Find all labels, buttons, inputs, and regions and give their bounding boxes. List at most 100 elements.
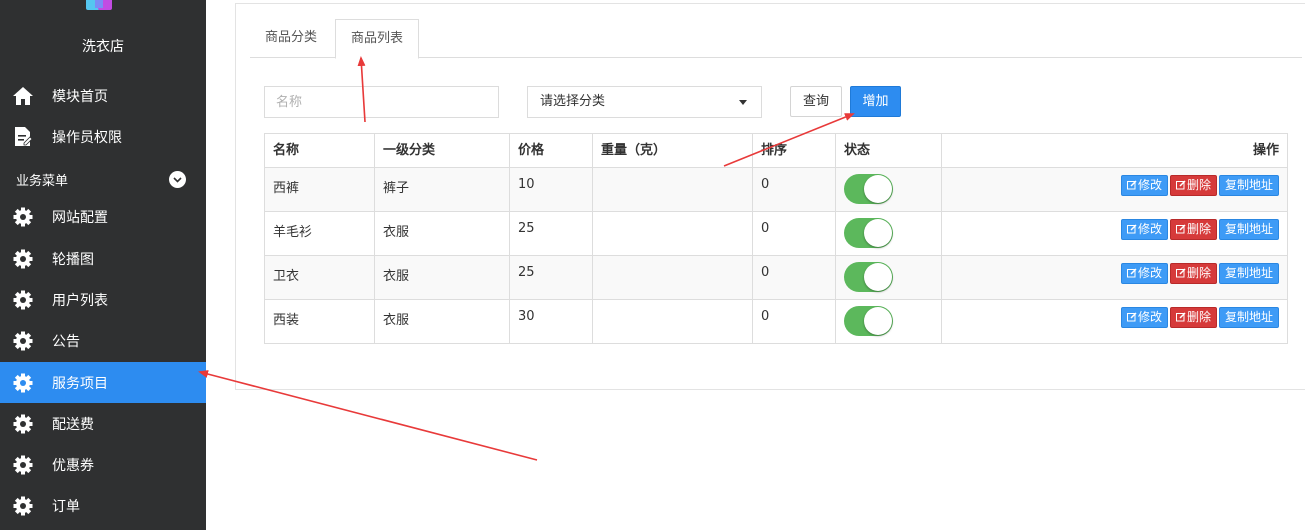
gear-icon bbox=[12, 330, 34, 352]
category-select-value: 请选择分类 bbox=[540, 94, 606, 109]
gear-icon bbox=[12, 289, 34, 311]
edit-icon bbox=[1126, 268, 1137, 278]
sidebar-item-label: 用户列表 bbox=[52, 292, 108, 309]
cell-weight bbox=[592, 299, 753, 344]
cell-status bbox=[835, 167, 942, 212]
sidebar-item-service-items[interactable]: 服务项目 bbox=[0, 362, 206, 403]
copy-address-button[interactable]: 复制地址 bbox=[1218, 307, 1279, 328]
table-row: 西裤 裤子 10 0 修改 删除 复制地址 bbox=[264, 167, 1288, 212]
delete-button[interactable]: 删除 bbox=[1169, 263, 1217, 284]
sidebar-item-label: 订单 bbox=[52, 498, 80, 515]
home-icon bbox=[12, 85, 34, 107]
table-row: 卫衣 衣服 25 0 修改 删除 复制地址 bbox=[264, 255, 1288, 300]
sidebar-item-label: 网站配置 bbox=[52, 209, 108, 226]
edit-button[interactable]: 修改 bbox=[1120, 219, 1168, 240]
chevron-down-icon[interactable] bbox=[169, 171, 186, 188]
status-toggle[interactable] bbox=[844, 174, 893, 204]
sidebar-item-label: 公告 bbox=[52, 333, 80, 350]
sidebar-item-operator-permission[interactable]: 操作员权限 bbox=[0, 116, 206, 157]
delete-button[interactable]: 删除 bbox=[1169, 307, 1217, 328]
cell-sort: 0 bbox=[752, 211, 836, 256]
edit-icon bbox=[1175, 180, 1186, 190]
sidebar-item-label: 轮播图 bbox=[52, 251, 94, 268]
column-header-weight: 重量（克） bbox=[592, 133, 753, 168]
cell-weight bbox=[592, 255, 753, 300]
table-header-row: 名称 一级分类 价格 重量（克） 排序 状态 操作 bbox=[264, 133, 1288, 168]
cell-category: 衣服 bbox=[374, 299, 510, 344]
sidebar-item-orders[interactable]: 订单 bbox=[0, 485, 206, 526]
cell-actions: 修改 删除 复制地址 bbox=[941, 211, 1288, 256]
cell-name: 西装 bbox=[264, 299, 375, 344]
document-edit-icon bbox=[12, 126, 34, 148]
cell-status bbox=[835, 255, 942, 300]
sidebar: 洗衣店 模块首页 操作员权限 业务菜单 网站配置 轮播图 用户列表 公告 服务项… bbox=[0, 0, 206, 530]
tab-product-list[interactable]: 商品列表 bbox=[335, 19, 420, 59]
sidebar-item-label: 模块首页 bbox=[52, 88, 108, 105]
column-header-status: 状态 bbox=[835, 133, 942, 168]
sidebar-item-home[interactable]: 模块首页 bbox=[0, 75, 206, 116]
edit-button[interactable]: 修改 bbox=[1120, 307, 1168, 328]
sidebar-item-label: 配送费 bbox=[52, 416, 94, 433]
column-header-category: 一级分类 bbox=[374, 133, 510, 168]
delete-button[interactable]: 删除 bbox=[1169, 219, 1217, 240]
column-header-sort: 排序 bbox=[752, 133, 836, 168]
delete-button[interactable]: 删除 bbox=[1169, 175, 1217, 196]
column-header-name: 名称 bbox=[264, 133, 375, 168]
cell-price: 10 bbox=[509, 167, 593, 212]
sidebar-item-label: 服务项目 bbox=[52, 375, 108, 392]
shop-name: 洗衣店 bbox=[82, 39, 124, 55]
cell-price: 30 bbox=[509, 299, 593, 344]
column-header-actions: 操作 bbox=[941, 133, 1288, 168]
edit-icon bbox=[1175, 224, 1186, 234]
edit-icon bbox=[1126, 180, 1137, 190]
query-button[interactable]: 查询 bbox=[790, 86, 842, 117]
edit-icon bbox=[1126, 224, 1137, 234]
name-search-input[interactable] bbox=[264, 86, 499, 118]
tab-product-category[interactable]: 商品分类 bbox=[250, 19, 332, 58]
copy-address-button[interactable]: 复制地址 bbox=[1218, 175, 1279, 196]
cell-actions: 修改 删除 复制地址 bbox=[941, 255, 1288, 300]
status-toggle[interactable] bbox=[844, 262, 893, 292]
cell-name: 卫衣 bbox=[264, 255, 375, 300]
column-header-price: 价格 bbox=[509, 133, 593, 168]
gear-icon bbox=[12, 206, 34, 228]
table-row: 西装 衣服 30 0 修改 删除 复制地址 bbox=[264, 299, 1288, 344]
sidebar-item-user-list[interactable]: 用户列表 bbox=[0, 279, 206, 320]
product-table: 名称 一级分类 价格 重量（克） 排序 状态 操作 西裤 裤子 10 0 修改删… bbox=[264, 133, 1288, 344]
sidebar-item-site-config[interactable]: 网站配置 bbox=[0, 196, 206, 237]
sidebar-group-business-menu[interactable]: 业务菜单 bbox=[0, 165, 206, 193]
sidebar-item-coupon[interactable]: 优惠券 bbox=[0, 444, 206, 485]
cell-name: 西裤 bbox=[264, 167, 375, 212]
edit-button[interactable]: 修改 bbox=[1120, 263, 1168, 284]
cell-sort: 0 bbox=[752, 167, 836, 212]
cell-price: 25 bbox=[509, 255, 593, 300]
status-toggle[interactable] bbox=[844, 306, 893, 336]
sidebar-item-carousel[interactable]: 轮播图 bbox=[0, 238, 206, 279]
sidebar-item-label: 优惠券 bbox=[52, 457, 94, 474]
sidebar-item-notice[interactable]: 公告 bbox=[0, 320, 206, 361]
cell-weight bbox=[592, 167, 753, 212]
edit-icon bbox=[1175, 268, 1186, 278]
copy-address-button[interactable]: 复制地址 bbox=[1218, 219, 1279, 240]
add-button[interactable]: 增加 bbox=[850, 86, 901, 117]
cell-status bbox=[835, 299, 942, 344]
edit-icon bbox=[1175, 312, 1186, 322]
cell-price: 25 bbox=[509, 211, 593, 256]
sidebar-item-label: 操作员权限 bbox=[52, 129, 122, 146]
gear-icon bbox=[12, 495, 34, 517]
table-row: 羊毛衫 衣服 25 0 修改 删除 复制地址 bbox=[264, 211, 1288, 256]
edit-icon bbox=[1126, 312, 1137, 322]
sidebar-item-delivery-fee[interactable]: 配送费 bbox=[0, 403, 206, 444]
tab-bar: 商品分类 商品列表 bbox=[250, 19, 1302, 59]
sidebar-group-label: 业务菜单 bbox=[16, 173, 69, 189]
category-select[interactable]: 请选择分类 bbox=[527, 86, 762, 118]
cell-category: 衣服 bbox=[374, 255, 510, 300]
cell-sort: 0 bbox=[752, 255, 836, 300]
cell-name: 羊毛衫 bbox=[264, 211, 375, 256]
cell-weight bbox=[592, 211, 753, 256]
copy-address-button[interactable]: 复制地址 bbox=[1218, 263, 1279, 284]
gear-icon bbox=[12, 454, 34, 476]
edit-button[interactable]: 修改 bbox=[1120, 175, 1168, 196]
status-toggle[interactable] bbox=[844, 218, 893, 248]
cell-category: 裤子 bbox=[374, 167, 510, 212]
